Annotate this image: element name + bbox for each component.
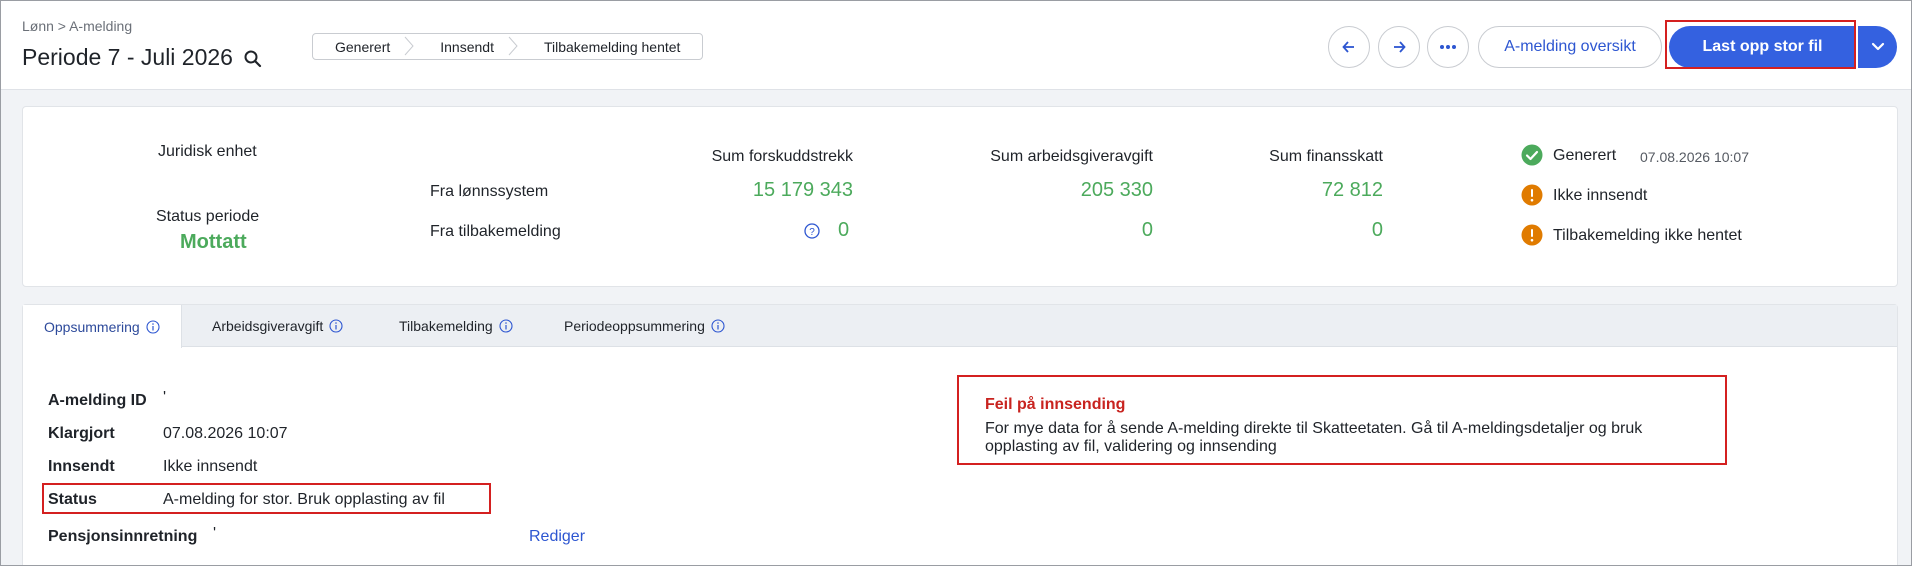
row-label-payroll: Fra lønnssystem <box>430 183 549 200</box>
amelding-id-value: ' <box>163 389 167 406</box>
col-header-finance-tax: Sum finansskatt <box>1269 148 1383 165</box>
edit-pension-link[interactable]: Rediger <box>529 528 585 546</box>
status-period-value: Mottatt <box>180 231 247 253</box>
tab-label: Arbeidsgiveravgift <box>212 318 324 334</box>
amelding-id-label: A-melding ID <box>48 392 147 409</box>
next-button[interactable] <box>1378 26 1420 68</box>
submission-error-alert: Feil på innsending For mye data for å se… <box>957 375 1727 465</box>
error-title: Feil på innsending <box>985 396 1126 413</box>
step-label: Generert <box>335 38 391 55</box>
finance-tax-payroll: 72 812 <box>1321 179 1383 201</box>
tax-deduction-payroll: 15 179 343 <box>752 179 853 201</box>
search-icon[interactable] <box>243 48 263 68</box>
step-submitted: Innsendt <box>412 34 518 59</box>
details-panel: Oppsummering Arbeidsgiveravgift Tilbakem… <box>22 304 1898 565</box>
info-icon[interactable] <box>329 319 343 333</box>
period-summary-card: Juridisk enhet Status periode Mottatt Fr… <box>22 106 1898 287</box>
tab-label: Periodeoppsummering <box>564 318 705 334</box>
status-feedback-not-fetched-label: Tilbakemelding ikke hentet <box>1553 227 1742 244</box>
info-icon[interactable] <box>146 319 160 334</box>
check-circle-icon <box>1521 144 1543 166</box>
status-generated-label: Generert <box>1553 147 1617 164</box>
page-title: Periode 7 - Juli 2026 <box>22 44 263 71</box>
step-label: Innsendt <box>440 38 494 55</box>
ready-label: Klargjort <box>48 425 115 442</box>
error-message: For mye data for å sende A-melding direk… <box>985 420 1643 455</box>
page-title-text: Periode 7 - Juli 2026 <box>22 44 233 70</box>
tax-deduction-feedback: 0 <box>838 219 850 241</box>
page-header: Lønn > A-melding Periode 7 - Juli 2026 G… <box>1 1 1911 90</box>
employer-tax-feedback: 0 <box>1141 219 1153 241</box>
ready-value: 07.08.2026 10:07 <box>163 425 288 442</box>
tab-summary[interactable]: Oppsummering <box>23 305 182 348</box>
submitted-value: Ikke innsendt <box>163 458 258 475</box>
svg-text:?: ? <box>809 227 815 238</box>
progress-stepper: Generert Innsendt Tilbakemelding hentet <box>312 33 704 60</box>
status-period-label: Status periode <box>156 208 260 225</box>
previous-button[interactable] <box>1328 26 1370 68</box>
row-label-feedback: Fra tilbakemelding <box>430 223 561 240</box>
tab-bar: Oppsummering Arbeidsgiveravgift Tilbakem… <box>23 305 1897 348</box>
tab-period-summary[interactable]: Periodeoppsummering <box>543 305 746 347</box>
step-feedback: Tilbakemelding hentet <box>516 34 702 59</box>
breadcrumb[interactable]: Lønn > A-melding <box>22 18 132 34</box>
info-icon[interactable] <box>711 319 725 333</box>
help-icon[interactable]: ? <box>804 223 820 239</box>
tab-label: Oppsummering <box>44 318 140 335</box>
info-icon[interactable] <box>499 319 513 333</box>
legal-entity-label: Juridisk enhet <box>158 143 257 160</box>
warning-circle-icon <box>1521 224 1543 246</box>
upload-large-file-button[interactable]: Last opp stor fil <box>1669 26 1856 68</box>
arrow-left-icon <box>1342 41 1354 53</box>
step-label: Tilbakemelding hentet <box>543 38 681 55</box>
status-generated-timestamp: 07.08.2026 10:07 <box>1640 149 1749 165</box>
more-options-button[interactable] <box>1427 26 1469 68</box>
tab-label: Tilbakemelding <box>399 318 493 334</box>
chevron-down-icon <box>1871 42 1884 51</box>
tab-feedback[interactable]: Tilbakemelding <box>378 305 534 347</box>
more-dots-icon <box>1440 45 1456 49</box>
arrow-right-icon <box>1394 41 1406 53</box>
col-header-employer-tax: Sum arbeidsgiveravgift <box>990 148 1153 165</box>
status-not-submitted-label: Ikke innsendt <box>1553 187 1648 204</box>
step-generated: Generert <box>313 34 414 59</box>
amelding-overview-button[interactable]: A-melding oversikt <box>1478 26 1662 68</box>
pension-label: Pensjonsinnretning <box>48 528 198 545</box>
highlight-status-row <box>42 483 491 514</box>
employer-tax-payroll: 205 330 <box>1080 179 1153 201</box>
finance-tax-feedback: 0 <box>1371 219 1383 241</box>
warning-circle-icon <box>1521 184 1543 206</box>
upload-options-dropdown[interactable] <box>1858 26 1897 68</box>
submitted-label: Innsendt <box>48 458 115 475</box>
tab-employer-tax[interactable]: Arbeidsgiveravgift <box>191 305 364 347</box>
app-frame: Lønn > A-melding Periode 7 - Juli 2026 G… <box>0 0 1912 566</box>
pension-value: ' <box>213 525 217 542</box>
col-header-tax-deduction: Sum forskuddstrekk <box>711 148 853 165</box>
